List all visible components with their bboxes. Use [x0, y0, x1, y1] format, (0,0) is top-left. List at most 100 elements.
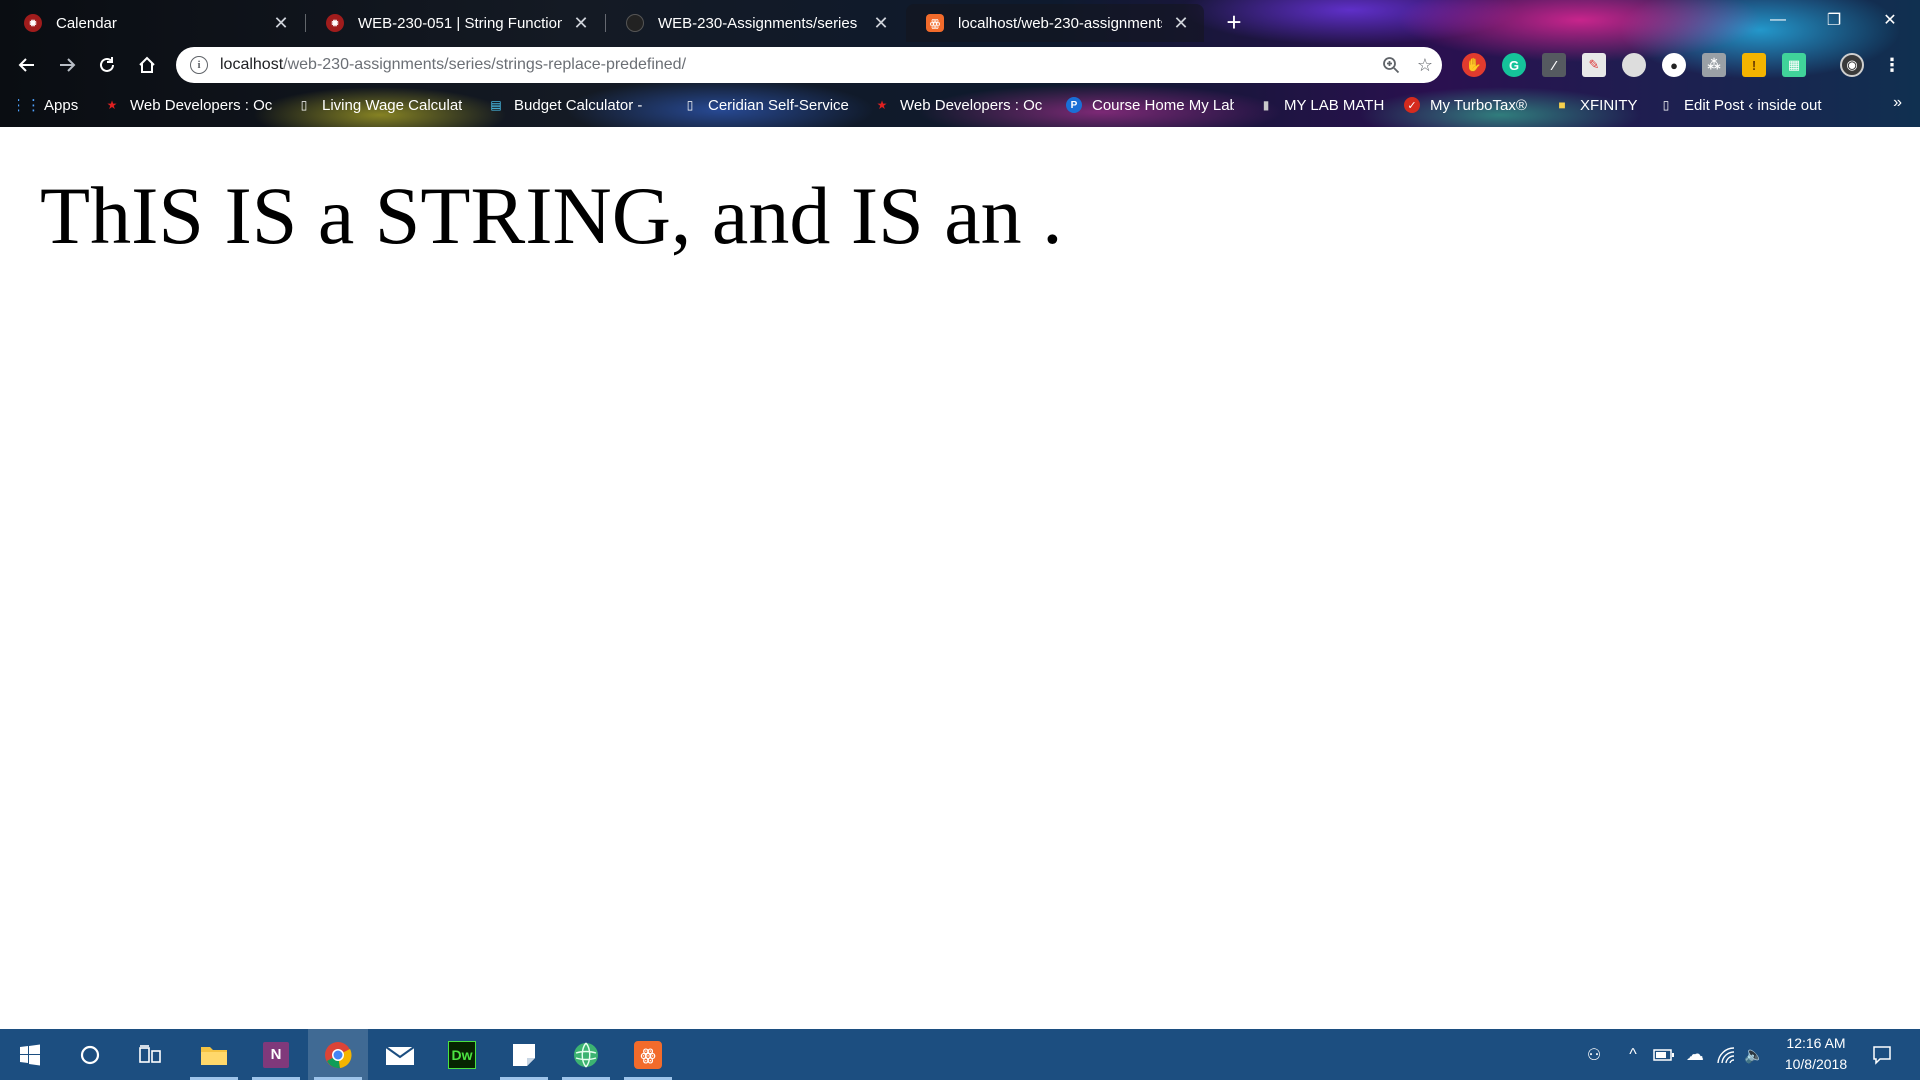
taskbar-sticky-notes[interactable] [494, 1029, 554, 1080]
back-button[interactable] [10, 48, 44, 82]
bookmark-living-wage[interactable]: ▯ Living Wage Calculat [296, 93, 464, 117]
menu-dots-icon[interactable]: ⋮ [1880, 53, 1904, 77]
folder-icon: ■ [1558, 98, 1566, 112]
bookmark-label: Edit Post ‹ inside out [1684, 96, 1822, 114]
toolbar: i localhost/web-230-assignments/series/s… [0, 44, 1920, 86]
taskbar: N Dw ꙮ ⚇ ^ ☁ 🔈 12:16 AM 10/8/2018 [0, 1029, 1920, 1080]
task-view-button[interactable] [120, 1029, 180, 1080]
bookmark-edit-post[interactable]: ▯ Edit Post ‹ inside out [1658, 93, 1824, 117]
bookmark-my-lab-math[interactable]: ▮ MY LAB MATH [1258, 93, 1388, 117]
extension-box-icon[interactable]: ! [1742, 53, 1766, 77]
tab-github-series[interactable]: WEB-230-Assignments/series at ✕ [606, 4, 904, 42]
extension-grid-icon[interactable]: ▦ [1782, 53, 1806, 77]
url-text[interactable]: localhost/web-230-assignments/series/str… [220, 56, 1374, 74]
home-icon [139, 56, 155, 73]
xampp-icon: ꙮ [634, 1040, 662, 1069]
address-bar[interactable]: i localhost/web-230-assignments/series/s… [176, 47, 1442, 83]
action-center-button[interactable] [1862, 1029, 1902, 1080]
bookmark-turbotax[interactable]: ✓ My TurboTax® [1404, 93, 1534, 117]
plus-icon: + [1226, 6, 1242, 37]
page-icon: ▯ [300, 98, 308, 112]
book-icon: ▮ [1262, 98, 1270, 112]
taskbar-file-explorer[interactable] [184, 1029, 244, 1080]
asu-icon: ✹ [326, 14, 344, 32]
onedrive-button[interactable]: ☁ [1680, 1029, 1710, 1080]
pearson-icon: P [1066, 97, 1082, 113]
avatar[interactable]: ◉ [1840, 53, 1864, 77]
restore-icon: ❐ [1826, 12, 1842, 29]
zoom-icon[interactable] [1374, 48, 1408, 82]
taskbar-globe-app[interactable] [556, 1029, 616, 1080]
extension-adblock-icon[interactable]: ✋ [1462, 53, 1486, 77]
wifi-icon [1717, 1046, 1735, 1063]
bookmark-xfinity[interactable]: ■ XFINITY [1554, 93, 1654, 117]
tab-title: Calendar [56, 14, 117, 32]
minimize-button[interactable]: — [1750, 0, 1806, 40]
show-hidden-icons-button[interactable]: ^ [1620, 1029, 1646, 1080]
bookmark-label: MY LAB MATH [1284, 96, 1385, 114]
forward-button[interactable] [50, 48, 84, 82]
bookmark-web-developers-2[interactable]: ★ Web Developers : Oc [874, 93, 1042, 117]
bookmark-label: Budget Calculator - [514, 96, 643, 114]
volume-button[interactable]: 🔈 [1740, 1029, 1768, 1080]
network-button[interactable] [1712, 1029, 1740, 1080]
bookmark-web-developers-1[interactable]: ★ Web Developers : Oc [104, 93, 272, 117]
bookmark-label: My TurboTax® [1430, 96, 1527, 114]
tab-strip: ✹ Calendar ✕ ✹ WEB-230-051 | String Func… [0, 0, 1920, 42]
bookmark-apps[interactable]: ⋮⋮ Apps [18, 93, 88, 117]
tab-calendar[interactable]: ✹ Calendar ✕ [4, 4, 304, 42]
budget-icon: ▤ [490, 98, 502, 112]
clock[interactable]: 12:16 AM 10/8/2018 [1768, 1033, 1864, 1075]
reload-button[interactable] [90, 48, 124, 82]
people-button[interactable]: ⚇ [1576, 1029, 1612, 1080]
close-icon[interactable]: ✕ [870, 12, 892, 34]
close-window-button[interactable]: ✕ [1862, 0, 1918, 40]
extension-ring-icon[interactable]: ● [1662, 53, 1686, 77]
page-heading: ThIS IS a STRING, and IS an . [40, 170, 1063, 261]
taskbar-chrome[interactable] [308, 1029, 368, 1080]
extension-circle-icon[interactable] [1622, 53, 1646, 77]
notification-icon [1873, 1045, 1891, 1065]
taskbar-onenote[interactable]: N [246, 1029, 306, 1080]
extension-pdf-icon[interactable]: ⁄ [1542, 53, 1566, 77]
page-icon: ▯ [1662, 98, 1670, 112]
url-path: /web-230-assignments/series/strings-repl… [283, 56, 687, 73]
bookmark-course-home[interactable]: P Course Home My Lab [1066, 93, 1234, 117]
star-icon[interactable]: ☆ [1408, 48, 1442, 82]
extension-puzzle-icon[interactable]: ⁂ [1702, 53, 1726, 77]
info-icon[interactable]: i [190, 56, 208, 74]
arrow-left-icon [18, 58, 34, 72]
cortana-button[interactable] [60, 1029, 120, 1080]
bookmarks-bar: ⋮⋮ Apps ★ Web Developers : Oc ▯ Living W… [0, 89, 1920, 121]
tab-title: WEB-230-051 | String Functions: [358, 14, 562, 32]
bookmark-label: Ceridian Self-Service [708, 96, 849, 114]
close-icon[interactable]: ✕ [270, 12, 292, 34]
extension-tools-icon[interactable]: ✎ [1582, 53, 1606, 77]
github-icon [626, 14, 644, 32]
battery-button[interactable] [1650, 1029, 1678, 1080]
tab-string-functions[interactable]: ✹ WEB-230-051 | String Functions: ✕ [306, 4, 604, 42]
taskbar-mail[interactable] [370, 1029, 430, 1080]
bookmarks-overflow-icon[interactable]: » [1893, 94, 1902, 112]
url-host: localhost [220, 56, 284, 73]
bookmark-ceridian[interactable]: ▯ Ceridian Self-Service [682, 93, 852, 117]
tab-localhost[interactable]: ꙮ localhost/web-230-assignments/ ✕ [906, 4, 1204, 42]
close-icon[interactable]: ✕ [1170, 12, 1192, 34]
windows-icon [20, 1044, 40, 1065]
bookmark-label: Apps [44, 96, 79, 114]
close-icon[interactable]: ✕ [570, 12, 592, 34]
home-button[interactable] [130, 48, 164, 82]
start-button[interactable] [0, 1029, 60, 1080]
taskbar-xampp[interactable]: ꙮ [618, 1029, 678, 1080]
page-content: ThIS IS a STRING, and IS an . [0, 127, 1920, 1029]
minimize-icon: — [1770, 11, 1786, 28]
new-tab-button[interactable]: + [1220, 6, 1248, 37]
taskbar-dreamweaver[interactable]: Dw [432, 1029, 492, 1080]
bookmark-label: Web Developers : Oc [900, 96, 1042, 114]
bookmark-budget-calculator[interactable]: ▤ Budget Calculator - [488, 93, 664, 117]
extension-grammarly-icon[interactable]: G [1502, 53, 1526, 77]
turbotax-icon: ✓ [1404, 97, 1420, 113]
mail-icon [385, 1045, 415, 1065]
cortana-icon [80, 1045, 100, 1064]
restore-button[interactable]: ❐ [1806, 0, 1862, 40]
